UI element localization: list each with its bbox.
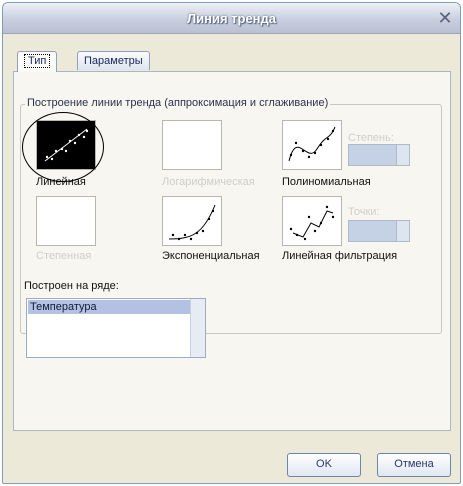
ok-button-label: OK (316, 458, 332, 470)
trend-type-linear-label: Линейная (36, 176, 86, 188)
cancel-button-label: Отмена (394, 458, 434, 470)
trend-type-moving-average[interactable] (282, 196, 342, 246)
tab-parameters-label: Параметры (84, 55, 143, 67)
tab-parameters[interactable]: Параметры (77, 51, 150, 70)
degree-label: Степень: (348, 132, 394, 144)
cancel-button[interactable]: Отмена (377, 453, 451, 477)
series-label: Построен на ряде: (24, 280, 119, 292)
trend-type-polynomial[interactable] (282, 120, 342, 170)
trend-type-linear[interactable] (36, 120, 96, 170)
trend-type-logarithmic-label: Логарифмическая (162, 176, 255, 188)
spinner-arrows-icon[interactable] (396, 145, 409, 165)
series-listbox[interactable]: Температура (26, 298, 206, 358)
trend-type-power-label: Степенная (36, 250, 92, 262)
trend-type-exponential[interactable] (162, 196, 222, 246)
trend-type-exponential-label: Экспоненциальная (162, 250, 260, 262)
close-icon[interactable]: ✕ (434, 7, 456, 29)
trend-type-polynomial-label: Полиномиальная (282, 176, 371, 188)
tab-panel-type: Построение линии тренда (аппроксимация и… (13, 71, 451, 431)
listbox-scrollbar[interactable] (190, 299, 205, 357)
trend-type-logarithmic[interactable] (162, 120, 222, 170)
logarithmic-trend-icon (163, 121, 221, 169)
power-trend-icon (37, 197, 95, 245)
ok-button[interactable]: OK (287, 453, 361, 477)
exponential-trend-icon (168, 204, 216, 241)
moving-average-icon (289, 205, 335, 241)
points-spinner[interactable] (348, 220, 410, 242)
spinner-arrows-icon[interactable] (396, 221, 409, 241)
polynomial-trend-icon (288, 126, 336, 162)
linear-trend-icon (44, 128, 89, 162)
trendline-dialog: Линия тренда ✕ Тип Параметры Построение … (2, 2, 461, 484)
series-list-item[interactable]: Температура (28, 300, 190, 314)
dialog-title: Линия тренда (186, 11, 277, 26)
trend-type-power[interactable] (36, 196, 96, 246)
tab-type[interactable]: Тип (17, 51, 58, 72)
group-title: Построение линии тренда (аппроксимация и… (25, 97, 331, 109)
degree-spinner[interactable] (348, 144, 410, 166)
trend-type-moving-average-label: Линейная фильтрация (282, 250, 398, 262)
tab-type-label: Тип (24, 54, 51, 68)
title-bar[interactable]: Линия тренда ✕ (3, 3, 460, 34)
points-label: Точки: (348, 206, 380, 218)
